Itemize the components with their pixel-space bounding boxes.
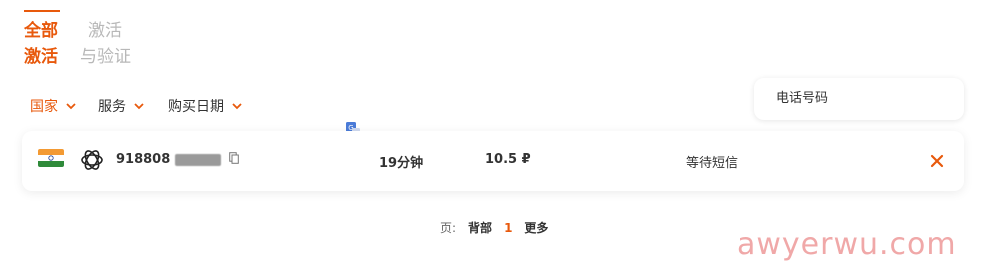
tab-activate-verify[interactable]: 激活 与验证 (80, 18, 131, 70)
chevron-down-icon (134, 103, 144, 110)
country-filter[interactable]: 国家 (30, 96, 78, 116)
cancel-button[interactable] (924, 148, 950, 174)
tab-label-line2: 激活 (24, 47, 58, 67)
pagination-current-page[interactable]: 1 (504, 221, 512, 235)
time-remaining: 19分钟 (379, 156, 424, 171)
active-tab-indicator (24, 10, 60, 12)
chevron-down-icon (232, 103, 242, 110)
service-filter-label: 服务 (98, 99, 126, 115)
phone-number-search-input[interactable]: 电话号码 (754, 78, 964, 120)
status-text: 等待短信 (686, 156, 739, 171)
purchase-date-filter[interactable]: 购买日期 (168, 96, 244, 116)
activation-row: 918808 19分钟 10.5 ₽ 等待短信 (22, 131, 964, 191)
country-filter-label: 国家 (30, 99, 58, 115)
tab-label-line1: 激活 (88, 21, 122, 41)
chevron-down-icon (66, 103, 76, 110)
tab-label-line1: 全部 (24, 21, 58, 41)
purchase-date-filter-label: 购买日期 (168, 99, 224, 115)
search-placeholder: 电话号码 (776, 91, 829, 106)
copy-icon[interactable] (229, 152, 239, 164)
india-flag-icon (38, 149, 64, 167)
service-filter[interactable]: 服务 (98, 96, 146, 116)
pagination-more-button[interactable]: 更多 (524, 219, 548, 236)
redacted-digits (175, 154, 221, 166)
openai-icon (81, 150, 103, 170)
pagination-back-button[interactable]: 背部 (468, 219, 492, 236)
close-icon (930, 154, 944, 168)
phone-number: 918808 (116, 152, 171, 167)
pagination-label: 页: (440, 221, 457, 235)
price: 10.5 ₽ (485, 152, 531, 167)
pagination: 页: 背部 1 更多 (440, 219, 548, 236)
watermark-text: awyerwu.com (737, 227, 957, 262)
tab-all-activations[interactable]: 全部 激活 (24, 18, 58, 70)
tab-label-line2: 与验证 (80, 47, 131, 67)
